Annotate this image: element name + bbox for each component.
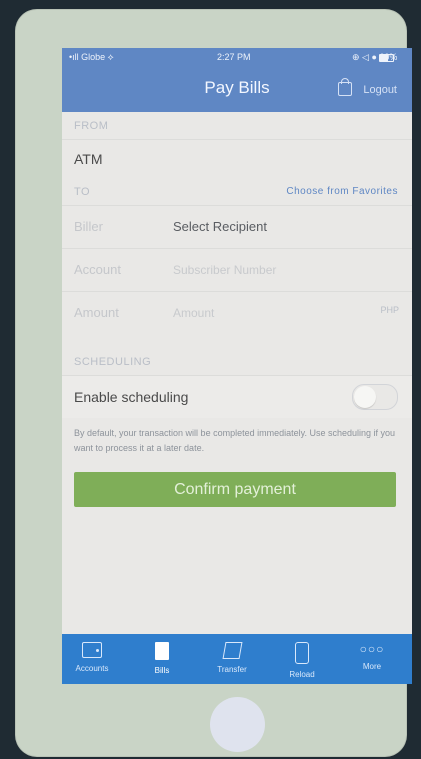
tab-label-bills: Bills [154, 666, 170, 675]
logout-icon[interactable] [338, 78, 352, 96]
enable-scheduling-label: Enable scheduling [74, 389, 189, 405]
home-button[interactable] [210, 697, 265, 752]
enable-scheduling-row: Enable scheduling [62, 375, 412, 418]
from-account-value: ATM [74, 151, 103, 167]
biller-row[interactable]: Biller Select Recipient [62, 205, 412, 248]
section-scheduling-label: SCHEDULING [74, 356, 152, 368]
battery-icon [379, 54, 394, 62]
status-bar: •ıll Globe ⟡ 2:27 PM ⊕ ◁ ● 60% [62, 48, 412, 68]
choose-from-favorites-link[interactable]: Choose from Favorites [286, 186, 398, 197]
from-account-select[interactable]: ATM [62, 139, 412, 178]
section-to: TO Choose from Favorites [62, 178, 412, 205]
app-screen: •ıll Globe ⟡ 2:27 PM ⊕ ◁ ● 60% Pay Bills… [62, 48, 412, 684]
phone-icon [295, 642, 309, 664]
biller-select[interactable]: Select Recipient [173, 219, 267, 234]
scheduling-note: By default, your transaction will be com… [74, 428, 395, 453]
amount-label: Amount [74, 305, 119, 320]
logout-button[interactable]: Logout [363, 84, 397, 96]
biller-label: Biller [74, 219, 103, 234]
tab-label-transfer: Transfer [217, 665, 247, 674]
tab-bar: Accounts Bills Transfer Reload ○○○ More [62, 634, 412, 684]
header: •ıll Globe ⟡ 2:27 PM ⊕ ◁ ● 60% Pay Bills… [62, 48, 412, 112]
tab-reload[interactable]: Reload [272, 642, 332, 679]
wallet-icon [82, 642, 102, 658]
page-title: Pay Bills [204, 78, 270, 97]
section-from-label: FROM [74, 120, 109, 132]
tab-more[interactable]: ○○○ More [342, 642, 402, 671]
enable-scheduling-toggle[interactable] [352, 384, 398, 410]
more-icon: ○○○ [359, 642, 385, 656]
status-time: 2:27 PM [217, 52, 251, 62]
bill-icon [155, 642, 169, 660]
tab-label-more: More [362, 662, 382, 671]
transfer-icon [222, 642, 242, 659]
tab-label-reload: Reload [289, 670, 315, 679]
tab-transfer[interactable]: Transfer [202, 642, 262, 674]
account-row[interactable]: Account Subscriber Number [62, 248, 412, 291]
account-input[interactable]: Subscriber Number [173, 263, 276, 277]
amount-row[interactable]: Amount Amount PHP [62, 291, 412, 334]
phone-frame: •ıll Globe ⟡ 2:27 PM ⊕ ◁ ● 60% Pay Bills… [15, 9, 412, 757]
section-to-label: TO [74, 186, 91, 198]
tab-bills[interactable]: Bills [132, 642, 192, 675]
section-from: FROM [62, 112, 412, 139]
currency-label: PHP [380, 305, 399, 315]
tab-accounts[interactable]: Accounts [62, 642, 122, 673]
account-label: Account [74, 262, 121, 277]
amount-input[interactable]: Amount [173, 306, 214, 320]
carrier-text: •ıll Globe ⟡ [69, 52, 114, 62]
confirm-payment-button[interactable]: Confirm payment [74, 472, 396, 507]
section-scheduling: SCHEDULING [62, 348, 412, 375]
tab-label-accounts: Accounts [75, 664, 109, 673]
